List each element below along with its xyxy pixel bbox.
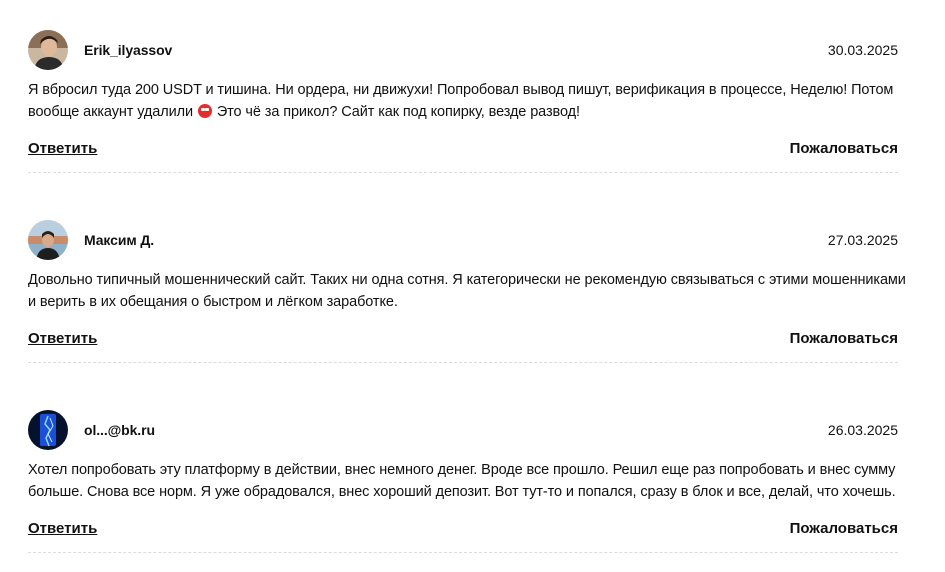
comment-date: 30.03.2025	[827, 42, 898, 58]
comment-author[interactable]: ol...@bk.ru	[84, 422, 155, 438]
report-link[interactable]: Пожаловаться	[790, 330, 898, 347]
avatar[interactable]	[28, 220, 68, 260]
avatar[interactable]	[28, 410, 68, 450]
angry-face-emoji-icon	[197, 103, 212, 118]
comment-header: Erik_ilyassov 30.03.2025	[28, 0, 898, 72]
comment-item: Erik_ilyassov 30.03.2025 Я вбросил туда …	[28, 0, 898, 190]
comment-actions: Ответить Пожаловаться	[28, 330, 898, 347]
comment-date: 27.03.2025	[827, 232, 898, 248]
comment-author[interactable]: Erik_ilyassov	[84, 42, 172, 58]
report-link[interactable]: Пожаловаться	[790, 140, 898, 157]
comment-divider	[28, 362, 898, 363]
report-link[interactable]: Пожаловаться	[790, 520, 898, 537]
comment-actions: Ответить Пожаловаться	[28, 520, 898, 537]
avatar[interactable]	[28, 30, 68, 70]
comments-list: Erik_ilyassov 30.03.2025 Я вбросил туда …	[0, 0, 945, 570]
comment-date: 26.03.2025	[827, 422, 898, 438]
comment-text: Хотел попробовать эту платформу в действ…	[28, 462, 896, 500]
reply-link[interactable]: Ответить	[28, 330, 97, 347]
comment-actions: Ответить Пожаловаться	[28, 140, 898, 157]
comment-text: Я вбросил туда 200 USDT и тишина. Ни орд…	[28, 80, 906, 123]
reply-link[interactable]: Ответить	[28, 520, 97, 537]
comment-item: Максим Д. 27.03.2025 Довольно типичный м…	[28, 190, 906, 380]
user-photo-icon	[28, 410, 68, 450]
user-photo-icon	[28, 220, 68, 260]
comment-text: Довольно типичный мошеннический сайт. Та…	[28, 272, 906, 310]
comment-text-part: Это чё за прикол? Сайт как под копирку, …	[216, 103, 580, 120]
comment-header: ol...@bk.ru 26.03.2025	[28, 380, 898, 452]
comment-divider	[28, 552, 898, 553]
reply-link[interactable]: Ответить	[28, 140, 97, 157]
comment-header: Максим Д. 27.03.2025	[28, 190, 898, 262]
user-photo-icon	[28, 30, 68, 70]
comment-author[interactable]: Максим Д.	[84, 232, 154, 248]
comment-item: ol...@bk.ru 26.03.2025 Хотел попробовать…	[28, 380, 898, 570]
comment-divider	[28, 172, 898, 173]
